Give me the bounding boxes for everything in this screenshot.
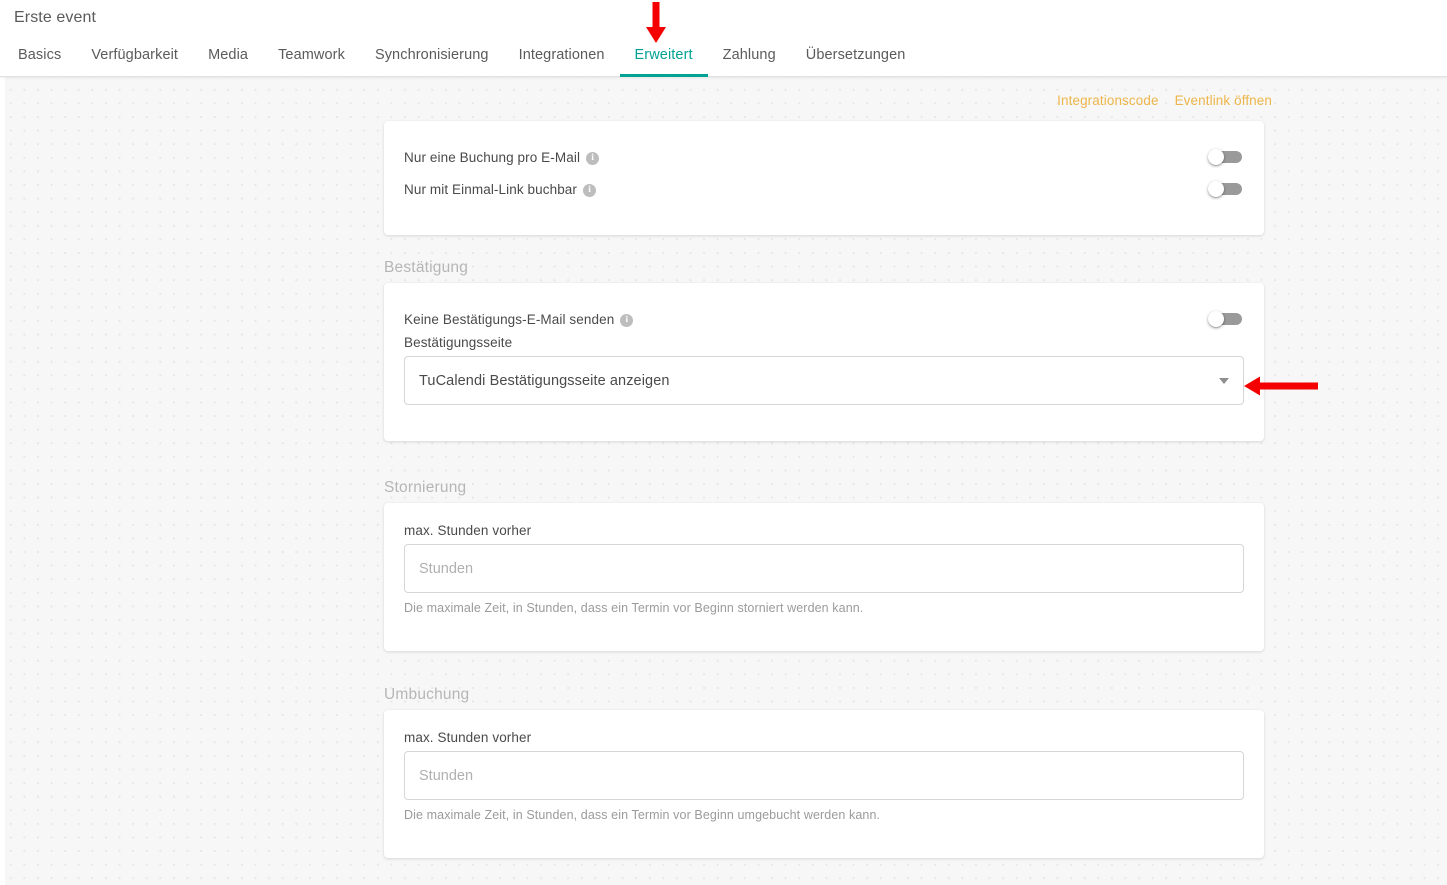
section-title-cancellation: Stornierung — [384, 479, 467, 496]
option-label: Nur eine Buchung pro E-Mail — [404, 149, 581, 165]
option-row-single-use-link: Nur mit Einmal-Link buchbar i — [404, 173, 1244, 205]
page-header: Erste event Basics Verfügbarkeit Media T… — [0, 0, 1447, 77]
option-label: Keine Bestätigungs-E-Mail senden — [404, 311, 615, 327]
page-title: Erste event — [14, 9, 97, 26]
section-title-confirmation: Bestätigung — [384, 259, 469, 276]
cancellation-helper-text: Die maximale Zeit, in Stunden, dass ein … — [404, 601, 864, 615]
tab-synchronisierung[interactable]: Synchronisierung — [360, 38, 504, 77]
confirmation-page-label: Bestätigungsseite — [404, 335, 513, 350]
top-link-row: Integrationscode Eventlink öffnen — [1057, 93, 1272, 108]
annotation-arrow-down-icon — [646, 2, 666, 43]
tab-uebersetzungen[interactable]: Übersetzungen — [791, 38, 921, 77]
tab-bar: Basics Verfügbarkeit Media Teamwork Sync… — [0, 38, 920, 77]
reschedule-section: Umbuchung max. Stunden vorher Die maxima… — [384, 686, 1264, 858]
section-title-reschedule: Umbuchung — [384, 686, 470, 703]
toggle-one-booking-per-email[interactable] — [1208, 149, 1244, 165]
toggle-no-confirmation-email[interactable] — [1208, 311, 1244, 327]
toggle-knob — [1208, 311, 1224, 327]
confirmation-card: Keine Bestätigungs-E-Mail senden i Bestä… — [384, 283, 1264, 441]
toggle-knob — [1208, 149, 1224, 165]
app-window: Erste event Basics Verfügbarkeit Media T… — [0, 0, 1447, 885]
cancellation-section: Stornierung max. Stunden vorher Die maxi… — [384, 479, 1264, 651]
cancellation-hours-input[interactable] — [404, 544, 1244, 593]
chevron-down-icon — [1219, 377, 1229, 384]
reschedule-hours-input[interactable] — [404, 751, 1244, 800]
option-row-one-booking-per-email: Nur eine Buchung pro E-Mail i — [404, 141, 1244, 173]
booking-options-card: Nur eine Buchung pro E-Mail i Nur mit Ei… — [384, 121, 1264, 235]
confirmation-page-selected-value: TuCalendi Bestätigungsseite anzeigen — [419, 372, 670, 389]
toggle-single-use-link[interactable] — [1208, 181, 1244, 197]
reschedule-hours-label: max. Stunden vorher — [404, 730, 532, 745]
tab-media[interactable]: Media — [193, 38, 263, 77]
info-icon[interactable]: i — [583, 183, 597, 197]
cancellation-card: max. Stunden vorher Die maximale Zeit, i… — [384, 503, 1264, 651]
info-icon[interactable]: i — [586, 151, 600, 165]
info-icon[interactable]: i — [620, 313, 634, 327]
eventlink-oeffnen-link[interactable]: Eventlink öffnen — [1175, 93, 1272, 108]
reschedule-helper-text: Die maximale Zeit, in Stunden, dass ein … — [404, 808, 881, 822]
confirmation-section: Bestätigung Keine Bestätigungs-E-Mail se… — [384, 259, 1264, 441]
toggle-knob — [1208, 181, 1224, 197]
cancellation-hours-label: max. Stunden vorher — [404, 523, 532, 538]
integrationscode-link[interactable]: Integrationscode — [1057, 93, 1158, 108]
confirmation-page-select[interactable]: TuCalendi Bestätigungsseite anzeigen — [404, 356, 1244, 405]
tab-integrationen[interactable]: Integrationen — [504, 38, 620, 77]
option-row-no-confirmation-email: Keine Bestätigungs-E-Mail senden i — [404, 303, 1244, 335]
content-area: Integrationscode Eventlink öffnen Nur ei… — [0, 77, 1447, 885]
tab-teamwork[interactable]: Teamwork — [263, 38, 360, 77]
reschedule-card: max. Stunden vorher Die maximale Zeit, i… — [384, 710, 1264, 858]
tab-basics[interactable]: Basics — [3, 38, 76, 77]
annotation-arrow-left-icon — [1244, 376, 1318, 396]
option-label: Nur mit Einmal-Link buchbar — [404, 181, 578, 197]
tab-zahlung[interactable]: Zahlung — [708, 38, 791, 77]
tab-verfuegbarkeit[interactable]: Verfügbarkeit — [76, 38, 193, 77]
